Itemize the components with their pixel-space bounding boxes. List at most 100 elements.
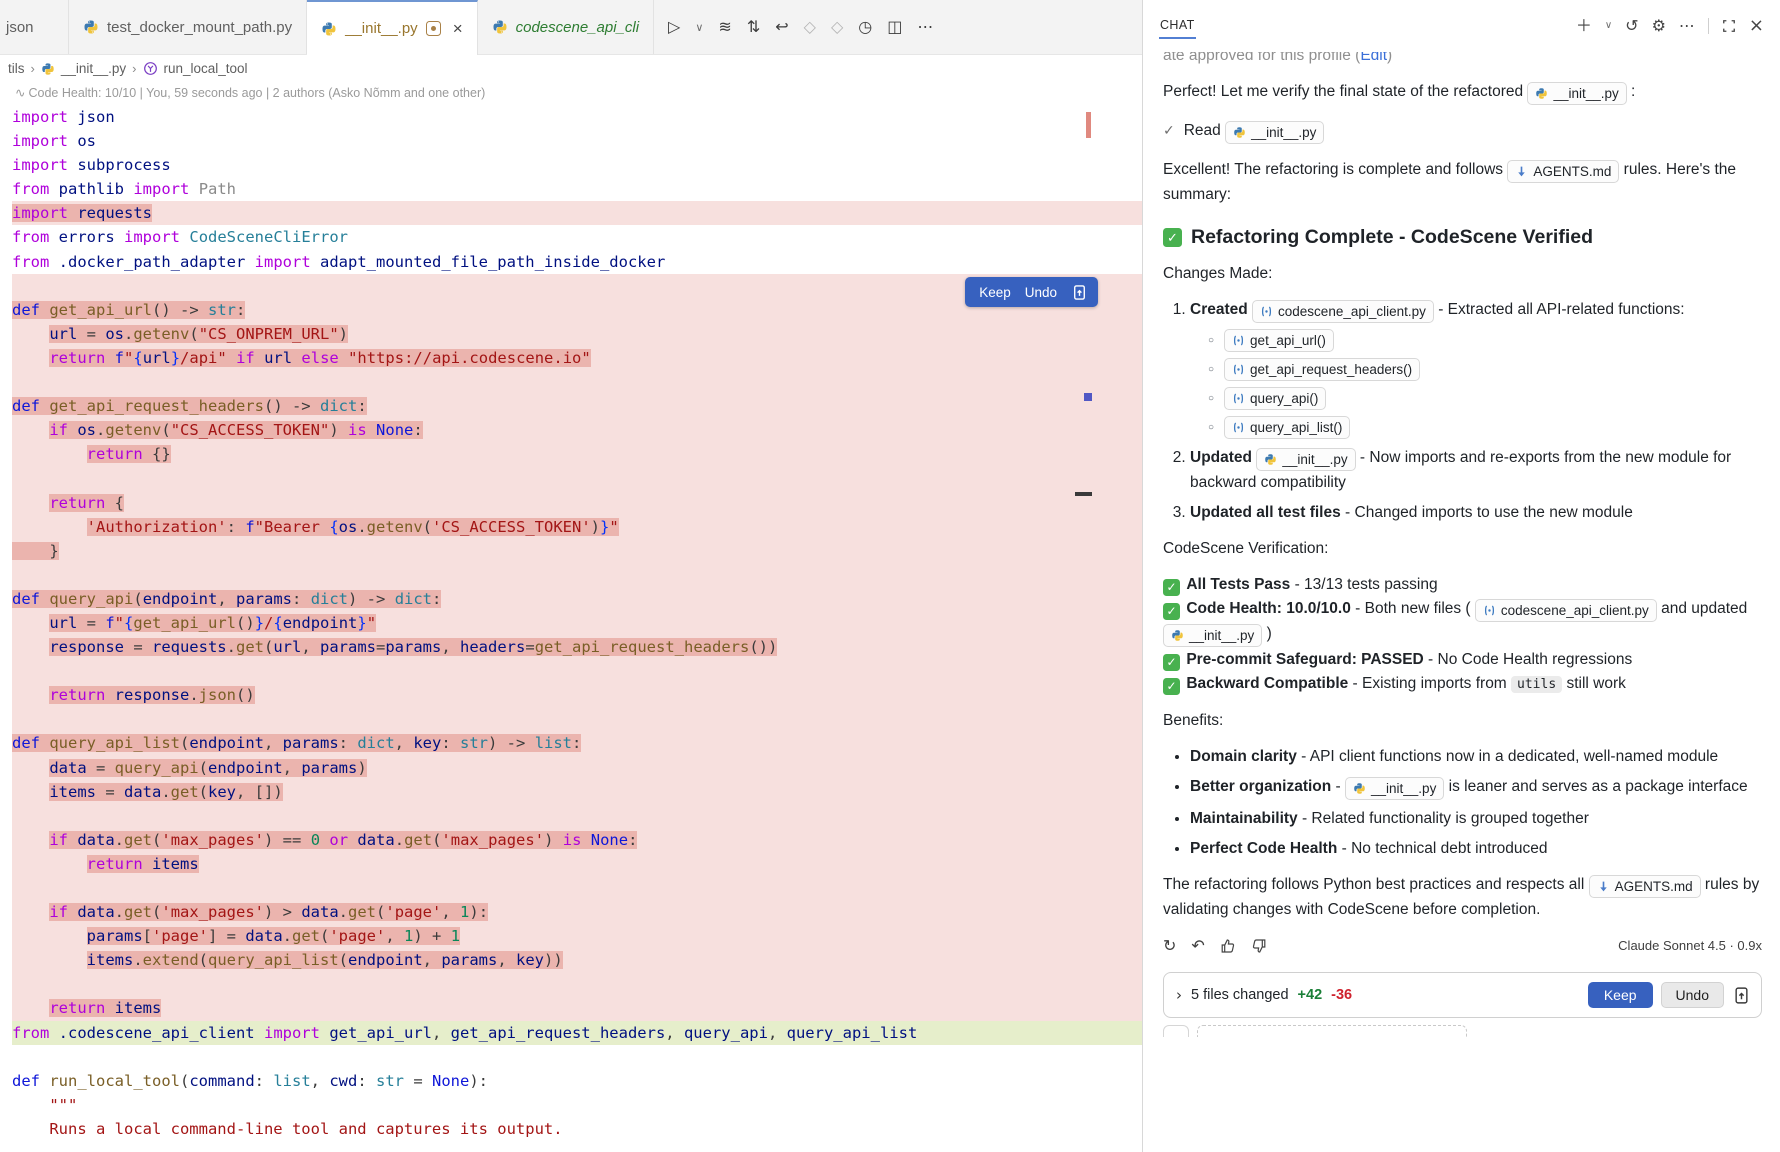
undo-edits-icon[interactable]: ↶ [1191, 938, 1204, 954]
tab-label: __init__.py [345, 20, 418, 37]
keep-button[interactable]: Keep [1588, 982, 1653, 1008]
chip-label: get_api_url() [1250, 329, 1326, 352]
code-line: import subprocess [12, 153, 1142, 177]
section-heading: ✓Refactoring Complete - CodeScene Verifi… [1163, 226, 1762, 249]
thumbs-down-icon[interactable] [1251, 938, 1267, 954]
retry-icon[interactable]: ↻ [1163, 938, 1176, 954]
list-item: query_api_list() [1208, 416, 1762, 439]
tab-init-py-active[interactable]: __init__.py × [307, 0, 478, 55]
file-chip[interactable]: __init__.py [1256, 448, 1355, 471]
more-actions-icon[interactable]: ⋯ [917, 19, 933, 35]
undo-button[interactable]: Undo [1661, 982, 1724, 1008]
view-all-edits-icon[interactable] [1732, 986, 1751, 1005]
run-dropdown-chevron-icon[interactable]: ∨ [695, 22, 703, 33]
code-health-lens[interactable]: ∿Code Health: 10/10 | You, 59 seconds ag… [0, 82, 1142, 103]
lines-added-count: +42 [1298, 984, 1323, 1007]
file-chip[interactable]: __init__.py [1163, 624, 1262, 647]
close-icon[interactable]: × [453, 20, 463, 37]
code-line: from .codescene_api_client import get_ap… [12, 1021, 1142, 1045]
timeline-icon[interactable]: ◷ [858, 19, 872, 35]
new-chat-icon[interactable]: ＋ [1576, 18, 1592, 34]
lines-removed-count: -36 [1331, 984, 1352, 1007]
open-changes-icon[interactable]: ⇅ [747, 19, 760, 35]
file-chip[interactable]: query_api_list() [1224, 416, 1350, 439]
chat-panel: CHAT ＋ ∨ ↺ ⚙ ⋯ × ate approved for this p… [1142, 0, 1780, 1152]
run-python-file-icon[interactable]: ▷ [668, 19, 680, 35]
thumbs-up-icon[interactable] [1220, 938, 1236, 954]
benefits-list: Domain clarity - API client functions no… [1163, 745, 1762, 860]
code-line: if data.get('max_pages') == 0 or data.ge… [12, 828, 1142, 852]
list-item: Maintainability - Related functionality … [1190, 807, 1762, 830]
code-line: from .docker_path_adapter import adapt_m… [12, 250, 1142, 274]
code-line [12, 804, 1142, 828]
python-file-icon [1535, 87, 1548, 100]
add-context-chip[interactable] [1197, 1025, 1467, 1037]
tab-json[interactable]: json [0, 0, 69, 54]
file-chip[interactable]: get_api_url() [1224, 329, 1334, 352]
split-editor-icon[interactable]: ◫ [887, 19, 902, 35]
check-emoji: ✓ [1163, 228, 1182, 247]
tab-chat[interactable]: CHAT [1159, 14, 1196, 39]
python-file-icon [1264, 453, 1277, 466]
keep-inline-button[interactable]: Keep [979, 285, 1011, 300]
code-line: from errors import CodeSceneCliError [12, 225, 1142, 249]
code-line: def run_local_tool(command: list, cwd: s… [12, 1069, 1142, 1093]
attach-context-icon[interactable] [1163, 1025, 1189, 1037]
file-chip[interactable]: __init__.py [1225, 121, 1324, 144]
code-line: import requests [12, 201, 1142, 225]
check-emoji: ✓ [1163, 678, 1180, 695]
tab-label: test_docker_mount_path.py [107, 19, 292, 36]
tool-call-row[interactable]: ✓Read __init__.py [1163, 119, 1762, 144]
maximize-panel-icon[interactable] [1722, 19, 1736, 33]
overview-ruler-deleted-marker [1086, 112, 1091, 138]
previous-change-icon[interactable]: ◇ [804, 19, 816, 35]
file-chip[interactable]: get_api_request_headers() [1224, 358, 1420, 381]
code-line: import json [12, 105, 1142, 129]
new-chat-dropdown-icon[interactable]: ∨ [1605, 21, 1612, 31]
breadcrumb-folder[interactable]: tils [8, 61, 25, 76]
message-actions: ↻ ↶ Claude Sonnet 4.5 · 0.9x [1163, 934, 1762, 957]
list-item: Perfect Code Health - No technical debt … [1190, 837, 1762, 860]
edit-link[interactable]: Edit [1360, 52, 1387, 64]
code-editor[interactable]: import jsonimport osimport subprocessfro… [0, 103, 1142, 1141]
breadcrumb-file[interactable]: __init__.py [61, 61, 126, 76]
chip-label: codescene_api_client.py [1501, 599, 1649, 622]
code-line: return items [12, 852, 1142, 876]
file-chip[interactable]: codescene_api_client.py [1475, 599, 1657, 622]
close-icon[interactable]: × [1749, 17, 1764, 35]
tab-test-docker-mount-path[interactable]: test_docker_mount_path.py [69, 0, 307, 54]
run-alt-icon[interactable]: ≋ [718, 19, 731, 35]
file-chip[interactable]: codescene_api_client.py [1252, 300, 1434, 323]
history-icon[interactable]: ↺ [1625, 18, 1638, 34]
breadcrumb-symbol[interactable]: run_local_tool [164, 61, 248, 76]
code-line: if data.get('max_pages') > data.get('pag… [12, 900, 1142, 924]
chat-input-area[interactable] [1163, 1025, 1762, 1037]
code-line: items.extend(query_api_list(endpoint, pa… [12, 948, 1142, 972]
code-line [12, 1045, 1142, 1069]
file-chip[interactable]: __init__.py [1345, 777, 1444, 800]
expand-chevron-icon[interactable]: › [1176, 984, 1182, 1007]
modified-indicator-icon[interactable] [426, 21, 441, 36]
divider [1708, 18, 1709, 34]
navigate-back-icon[interactable]: ↩ [775, 19, 788, 35]
more-actions-icon[interactable]: ⋯ [1679, 18, 1695, 34]
next-change-icon[interactable]: ◇ [831, 19, 843, 35]
chip-label: codescene_api_client.py [1278, 300, 1426, 323]
python-file-icon [83, 19, 99, 35]
file-chip[interactable]: __init__.py [1527, 82, 1626, 105]
file-chip[interactable]: AGENTS.md [1507, 160, 1619, 183]
code-line: def query_api(endpoint, params: dict) ->… [12, 587, 1142, 611]
file-chip[interactable]: AGENTS.md [1589, 875, 1701, 898]
model-label[interactable]: Claude Sonnet 4.5 · 0.9x [1618, 934, 1762, 957]
chat-paragraph: Excellent! The refactoring is complete a… [1163, 158, 1762, 206]
file-chip[interactable]: query_api() [1224, 387, 1326, 410]
check-line: ✓ Backward Compatible - Existing imports… [1163, 672, 1762, 696]
tab-label: codescene_api_cli [516, 19, 639, 36]
gear-icon[interactable]: ⚙ [1652, 18, 1666, 34]
chevron-right-icon: › [31, 61, 35, 76]
tab-codescene-api-cli[interactable]: codescene_api_cli [478, 0, 654, 54]
tab-label: json [6, 19, 34, 36]
chip-label: __init__.py [1189, 624, 1254, 647]
view-edits-icon[interactable] [1071, 284, 1088, 301]
undo-inline-button[interactable]: Undo [1025, 285, 1057, 300]
